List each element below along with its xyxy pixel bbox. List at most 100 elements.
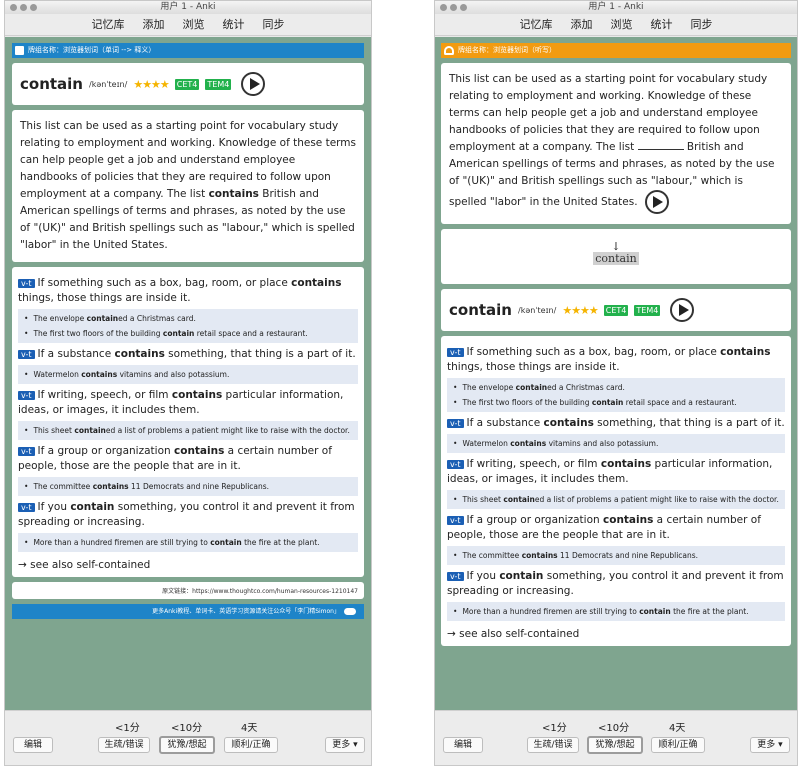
see-also-link[interactable]: → see also self-contained	[447, 625, 785, 642]
example: The committee contains 11 Democrats and …	[24, 479, 352, 494]
sense-text: If something such as a box, bag, room, o…	[37, 277, 292, 289]
pronunciation: /kənˈteɪn/	[518, 305, 557, 315]
card-content: 牌组名称：浏览器划词（单词 --> 释义） contain /kənˈteɪn/…	[5, 37, 371, 710]
more-button[interactable]: 更多 ▾	[750, 737, 790, 753]
sense-text: things, those things are inside it.	[18, 292, 191, 304]
example: The envelope contained a Christmas card.	[24, 311, 352, 326]
edit-button[interactable]: 编辑	[13, 737, 53, 753]
pos-badge: v-t	[447, 572, 464, 581]
down-arrow-icon: ↓	[611, 240, 621, 253]
zoom-dot[interactable]	[30, 4, 37, 11]
good-button[interactable]: 顺利/正确	[224, 737, 278, 753]
toolbar-add[interactable]: 添加	[143, 14, 165, 35]
toolbar-add[interactable]: 添加	[571, 14, 593, 35]
word-header: contain /kənˈteɪn/ ★★★★ CET4 TEM4	[441, 289, 791, 331]
promo-footer: 更多Anki教程、单词卡、英语学习资源请关注公众号「李门精Simon」	[12, 604, 364, 619]
deck-name-bar: 牌组名称：浏览器划词（单词 --> 释义）	[12, 43, 364, 58]
sense-4: v-t If a group or organization contains a…	[447, 514, 761, 541]
examples-4: The committee contains 11 Democrats and …	[18, 477, 358, 496]
answer-reveal: ↓ contain	[441, 229, 791, 284]
definitions: v-t If something such as a box, bag, room…	[441, 336, 791, 646]
headword: contain	[449, 301, 512, 319]
sense-5: v-t If you contain something, you control…	[447, 570, 784, 597]
play-audio-icon[interactable]	[670, 298, 695, 322]
sense-1: v-t If something such as a box, bag, room…	[18, 276, 358, 306]
examples-1: The envelope contained a Christmas card.…	[447, 378, 785, 412]
definitions: v-t If something such as a box, bag, room…	[12, 267, 364, 577]
pos-badge: v-t	[447, 460, 464, 469]
examples-2: Watermelon contains vitamins and also po…	[18, 365, 358, 384]
good-button[interactable]: 顺利/正确	[651, 737, 705, 753]
toolbar-sync[interactable]: 同步	[691, 14, 713, 35]
play-audio-icon[interactable]	[644, 190, 669, 214]
source-link[interactable]: 原文链接：https://www.thoughtco.com/human-res…	[12, 582, 364, 599]
word-header: contain /kənˈteɪn/ ★★★★ CET4 TEM4	[12, 63, 364, 105]
sense-2: v-t If a substance contains something, th…	[447, 416, 785, 431]
interval-again: <1分	[115, 723, 140, 734]
title-bar: 用户 1 - Anki	[5, 1, 371, 14]
window-controls[interactable]	[10, 4, 37, 11]
pos-badge: v-t	[18, 391, 35, 400]
sense-3: v-t If writing, speech, or film contains …	[18, 389, 344, 416]
cloze-blank	[637, 139, 684, 150]
window-title: 用户 1 - Anki	[588, 2, 644, 12]
toolbar-decks[interactable]: 记忆库	[520, 14, 553, 35]
anki-window-left: 用户 1 - Anki 记忆库 添加 浏览 统计 同步 牌组名称：浏览器划词（单…	[4, 0, 372, 766]
promo-text: 更多Anki教程、单词卡、英语学习资源请关注公众号「李门精Simon」	[152, 608, 340, 615]
sense-keyword: contains	[291, 277, 342, 289]
play-audio-icon[interactable]	[241, 72, 266, 96]
see-also-link[interactable]: → see also self-contained	[18, 556, 358, 573]
pos-badge: v-t	[18, 279, 35, 288]
toolbar-stats[interactable]: 统计	[651, 14, 673, 35]
toolbar-sync[interactable]: 同步	[263, 14, 285, 35]
toolbar-browse[interactable]: 浏览	[183, 14, 205, 35]
toolbar-decks[interactable]: 记忆库	[92, 14, 125, 35]
interval-hard: <10分	[171, 723, 203, 734]
sense-3: v-t If writing, speech, or film contains …	[447, 458, 773, 485]
sense-2: v-t If a substance contains something, th…	[18, 347, 358, 362]
examples-2: Watermelon contains vitamins and also po…	[447, 434, 785, 453]
example: More than a hundred firemen are still tr…	[24, 535, 352, 550]
example: The first two floors of the building con…	[453, 395, 779, 410]
close-dot[interactable]	[10, 4, 17, 11]
edit-button[interactable]: 编辑	[443, 737, 483, 753]
headword: contain	[20, 75, 83, 93]
again-button[interactable]: 生疏/错误	[98, 737, 150, 753]
answer-bar: <1分 <10分 4天 编辑 生疏/错误 犹豫/想起 顺利/正确 更多 ▾	[5, 710, 371, 765]
example: Watermelon contains vitamins and also po…	[24, 367, 352, 382]
interval-labels: <1分 <10分 4天	[5, 719, 371, 734]
title-bar: 用户 1 - Anki	[435, 1, 797, 14]
card-content: 牌组名称：浏览器划词（听写） This list can be used as …	[435, 37, 797, 710]
interval-labels: <1分 <10分 4天	[435, 719, 797, 734]
examples-1: The envelope contained a Christmas card.…	[18, 309, 358, 343]
context-passage: This list can be used as a starting poin…	[441, 63, 791, 224]
tag-cet4: CET4	[174, 78, 200, 90]
example: This sheet contained a list of problems …	[24, 423, 352, 438]
cloud-icon	[344, 608, 356, 615]
close-dot[interactable]	[440, 4, 447, 11]
zoom-dot[interactable]	[460, 4, 467, 11]
window-title: 用户 1 - Anki	[160, 2, 216, 12]
hard-button[interactable]: 犹豫/想起	[159, 736, 215, 754]
toolbar-stats[interactable]: 统计	[223, 14, 245, 35]
example: This sheet contained a list of problems …	[453, 492, 779, 507]
toolbar-browse[interactable]: 浏览	[611, 14, 633, 35]
minimize-dot[interactable]	[20, 4, 27, 11]
again-button[interactable]: 生疏/错误	[527, 737, 579, 753]
deck-name: 牌组名称：浏览器划词（单词 --> 释义）	[28, 46, 156, 54]
pos-badge: v-t	[447, 516, 464, 525]
revealed-headword: contain	[593, 252, 639, 265]
window-controls[interactable]	[440, 4, 467, 11]
pos-badge: v-t	[18, 350, 35, 359]
more-button[interactable]: 更多 ▾	[325, 737, 365, 753]
tag-cet4: CET4	[603, 304, 629, 316]
hard-button[interactable]: 犹豫/想起	[587, 736, 643, 754]
pos-badge: v-t	[18, 503, 35, 512]
deck-name-bar: 牌组名称：浏览器划词（听写）	[441, 43, 791, 58]
minimize-dot[interactable]	[450, 4, 457, 11]
frequency-stars: ★★★★	[133, 77, 169, 91]
tag-tem4: TEM4	[634, 304, 661, 316]
sense-1: v-t If something such as a box, bag, room…	[447, 346, 771, 373]
anki-window-right: 用户 1 - Anki 记忆库 添加 浏览 统计 同步 牌组名称：浏览器划词（听…	[434, 0, 798, 766]
examples-5: More than a hundred firemen are still tr…	[447, 602, 785, 621]
